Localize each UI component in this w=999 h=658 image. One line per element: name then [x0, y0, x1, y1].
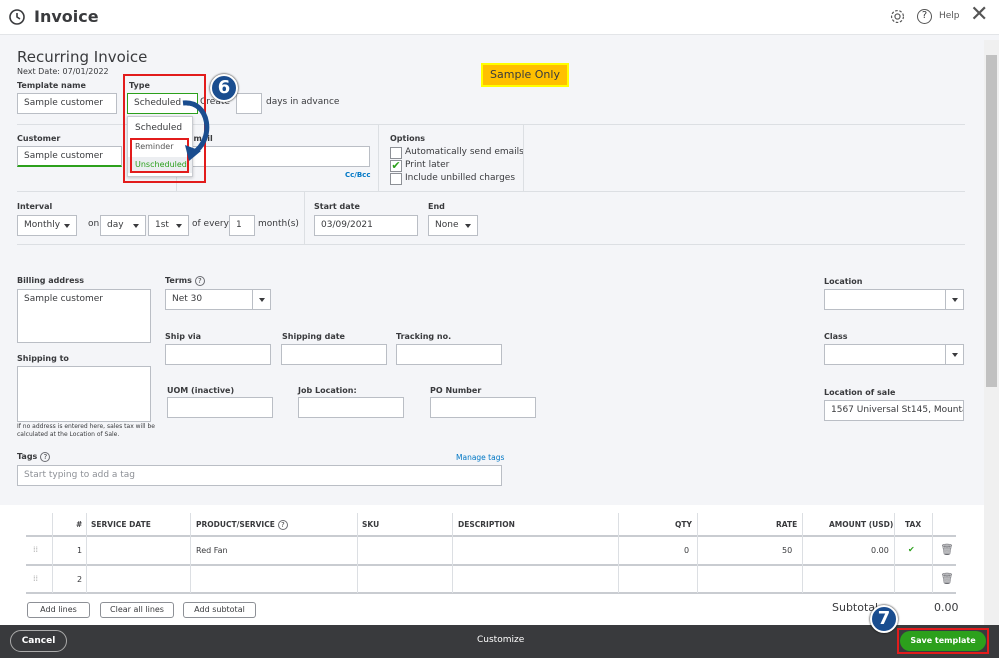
shipping-date-input[interactable]	[281, 344, 387, 365]
end-label: End	[428, 202, 445, 211]
next-date: Next Date: 07/01/2022	[17, 67, 109, 76]
class-label: Class	[824, 332, 848, 341]
shipping-date-label: Shipping date	[282, 332, 345, 341]
row-num: 1	[77, 546, 83, 555]
tax-check-icon[interactable]: ✔	[908, 545, 915, 554]
template-name-label: Template name	[17, 81, 86, 90]
trash-icon[interactable]: 🗑	[940, 543, 954, 556]
option-label: Automatically send emails	[405, 147, 524, 157]
help-icon[interactable]: ?	[917, 9, 932, 24]
location-select[interactable]	[824, 289, 964, 310]
tracking-label: Tracking no.	[396, 332, 452, 341]
ship-via-label: Ship via	[165, 332, 202, 341]
end-select[interactable]: None	[428, 215, 478, 236]
checkmark-icon: ✔	[390, 159, 402, 172]
page-title: Invoice	[34, 7, 99, 26]
billing-address-input[interactable]: Sample customer	[17, 289, 151, 343]
col-description: DESCRIPTION	[458, 520, 515, 529]
step-7-badge: 7	[870, 605, 898, 633]
add-subtotal-button[interactable]: Add subtotal	[183, 602, 256, 618]
start-date-input[interactable]: 03/09/2021	[314, 215, 418, 236]
months-label: month(s)	[258, 219, 299, 229]
on-select[interactable]: day	[100, 215, 146, 236]
uom-label: UOM (inactive)	[167, 386, 235, 395]
clear-lines-button[interactable]: Clear all lines	[100, 602, 174, 618]
manage-tags-link[interactable]: Manage tags	[456, 453, 504, 462]
add-lines-button[interactable]: Add lines	[27, 602, 90, 618]
tags-input[interactable]: Start typing to add a tag	[17, 465, 502, 486]
option-label: Print later	[405, 160, 450, 170]
row-qty: 0	[684, 546, 690, 555]
close-icon[interactable]: ✕	[970, 2, 988, 27]
save-template-button[interactable]: Save template	[900, 631, 986, 651]
help-link[interactable]: Help	[939, 11, 960, 21]
on-label: on	[88, 219, 100, 229]
row-rate: 50	[782, 546, 793, 555]
tracking-input[interactable]	[396, 344, 502, 365]
drag-handle-icon[interactable]: ⁞⁞	[33, 545, 38, 554]
col-amount: AMOUNT (USD)	[829, 520, 894, 529]
row-amount: 0.00	[871, 546, 889, 555]
annotation-arrow-icon	[182, 100, 210, 161]
help-icon: ?	[277, 520, 288, 530]
help-icon: ?	[40, 452, 51, 462]
col-num: #	[76, 520, 83, 529]
customer-label: Customer	[17, 134, 61, 143]
chevron-down-icon	[252, 290, 270, 309]
interval-select[interactable]: Monthly	[17, 215, 77, 236]
chevron-down-icon	[945, 290, 963, 309]
col-qty: QTY	[675, 520, 692, 529]
interval-label: Interval	[17, 202, 53, 211]
shipping-address-input[interactable]	[17, 366, 151, 422]
col-tax: TAX	[905, 520, 922, 529]
uom-input[interactable]	[167, 397, 273, 418]
row-num: 2	[77, 575, 83, 584]
form-title: Recurring Invoice	[17, 48, 148, 66]
start-date-label: Start date	[314, 202, 360, 211]
job-location-input[interactable]	[298, 397, 404, 418]
job-location-label: Job Location:	[298, 386, 357, 395]
terms-label: Terms?	[165, 276, 205, 286]
drag-handle-icon[interactable]: ⁞⁞	[33, 574, 38, 583]
row-product: Red Fan	[196, 546, 228, 555]
recent-history-icon[interactable]	[8, 8, 26, 26]
of-every-label: of every	[192, 219, 229, 229]
ship-via-input[interactable]	[165, 344, 271, 365]
location-of-sale-label: Location of sale	[824, 388, 896, 397]
tags-label: Tags?	[17, 452, 51, 462]
gear-icon[interactable]	[889, 8, 906, 25]
class-select[interactable]	[824, 344, 964, 365]
cc-bcc-link[interactable]: Cc/Bcc	[345, 171, 370, 179]
location-of-sale-input[interactable]: 1567 Universal St145, Mountain Vi	[824, 400, 964, 421]
terms-select[interactable]: Net 30	[165, 289, 271, 310]
customize-button[interactable]: Customize	[477, 635, 524, 645]
col-sku: SKU	[362, 520, 380, 529]
col-product: PRODUCT/SERVICE?	[196, 520, 288, 530]
shipping-label: Shipping to	[17, 354, 69, 363]
sample-watermark: Sample Only	[481, 63, 569, 87]
template-name-input[interactable]: Sample customer	[17, 93, 117, 114]
scrollbar[interactable]	[984, 40, 999, 625]
col-rate: RATE	[776, 520, 798, 529]
help-icon: ?	[194, 276, 205, 286]
col-service-date: SERVICE DATE	[91, 520, 151, 529]
option-label: Include unbilled charges	[405, 173, 516, 183]
every-input[interactable]: 1	[229, 215, 255, 236]
location-label: Location	[824, 277, 863, 286]
subtotal-value: 0.00	[934, 601, 959, 614]
chevron-down-icon	[945, 345, 963, 364]
day-select[interactable]: 1st	[148, 215, 189, 236]
po-input[interactable]	[430, 397, 536, 418]
shipping-note: If no address is entered here, sales tax…	[17, 423, 155, 438]
options-label: Options	[390, 134, 426, 143]
days-input[interactable]	[236, 93, 262, 114]
header: Invoice ? Help ✕	[0, 0, 999, 35]
customer-input[interactable]: Sample customer	[17, 146, 122, 167]
days-in-advance-label: days in advance	[266, 97, 340, 107]
billing-label: Billing address	[17, 276, 85, 285]
step-6-badge: 6	[210, 74, 238, 102]
po-label: PO Number	[430, 386, 482, 395]
trash-icon[interactable]: 🗑	[940, 572, 954, 585]
cancel-button[interactable]: Cancel	[10, 630, 67, 652]
